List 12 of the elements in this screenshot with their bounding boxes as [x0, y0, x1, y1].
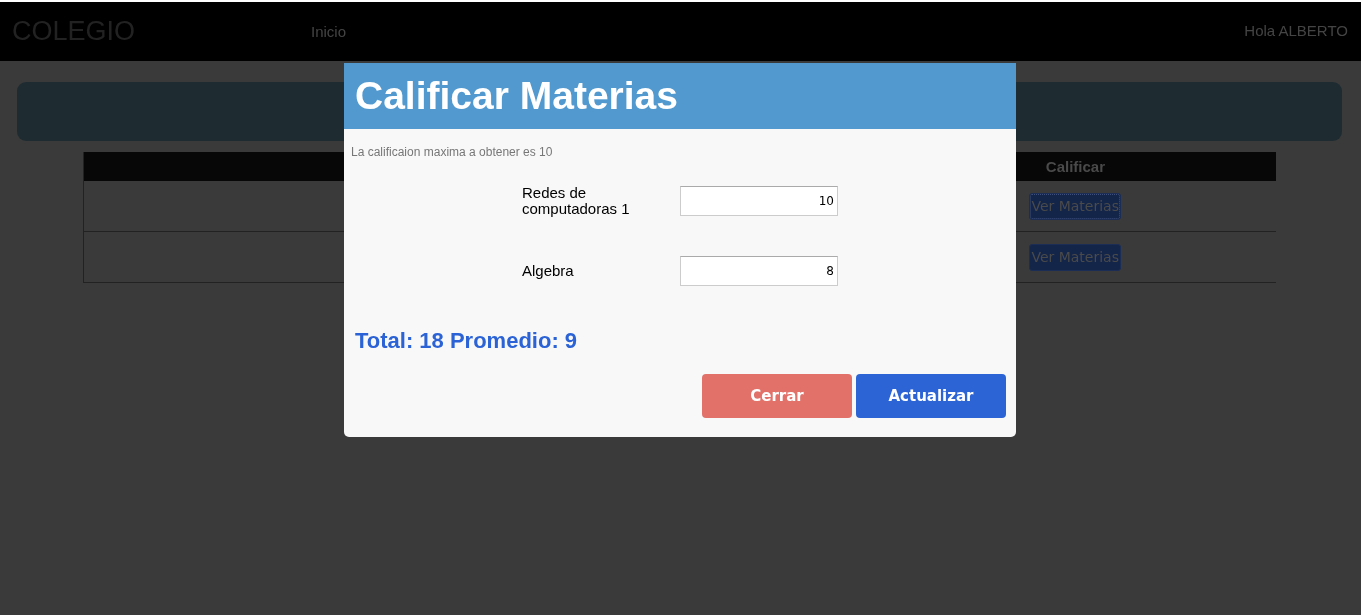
modal-title: Calificar Materias [355, 74, 678, 118]
update-button[interactable]: Actualizar [856, 374, 1006, 418]
note-text: La calificaion maxima a obtener es 10 [351, 145, 554, 159]
column-header: Calificar [1045, 158, 1105, 175]
subject-label: Algebra [522, 263, 575, 279]
grade-input[interactable]: 10 [680, 186, 838, 216]
close-button[interactable]: Cerrar [702, 374, 852, 418]
user-greeting: Hola ALBERTO [1244, 22, 1348, 41]
summary-text: Total: 18 Promedio: 9 [355, 328, 579, 354]
subject-label: Redes de computadoras 1 [522, 185, 631, 217]
nav-link[interactable]: Inicio [311, 22, 347, 40]
grade-input[interactable]: 8 [680, 256, 838, 286]
